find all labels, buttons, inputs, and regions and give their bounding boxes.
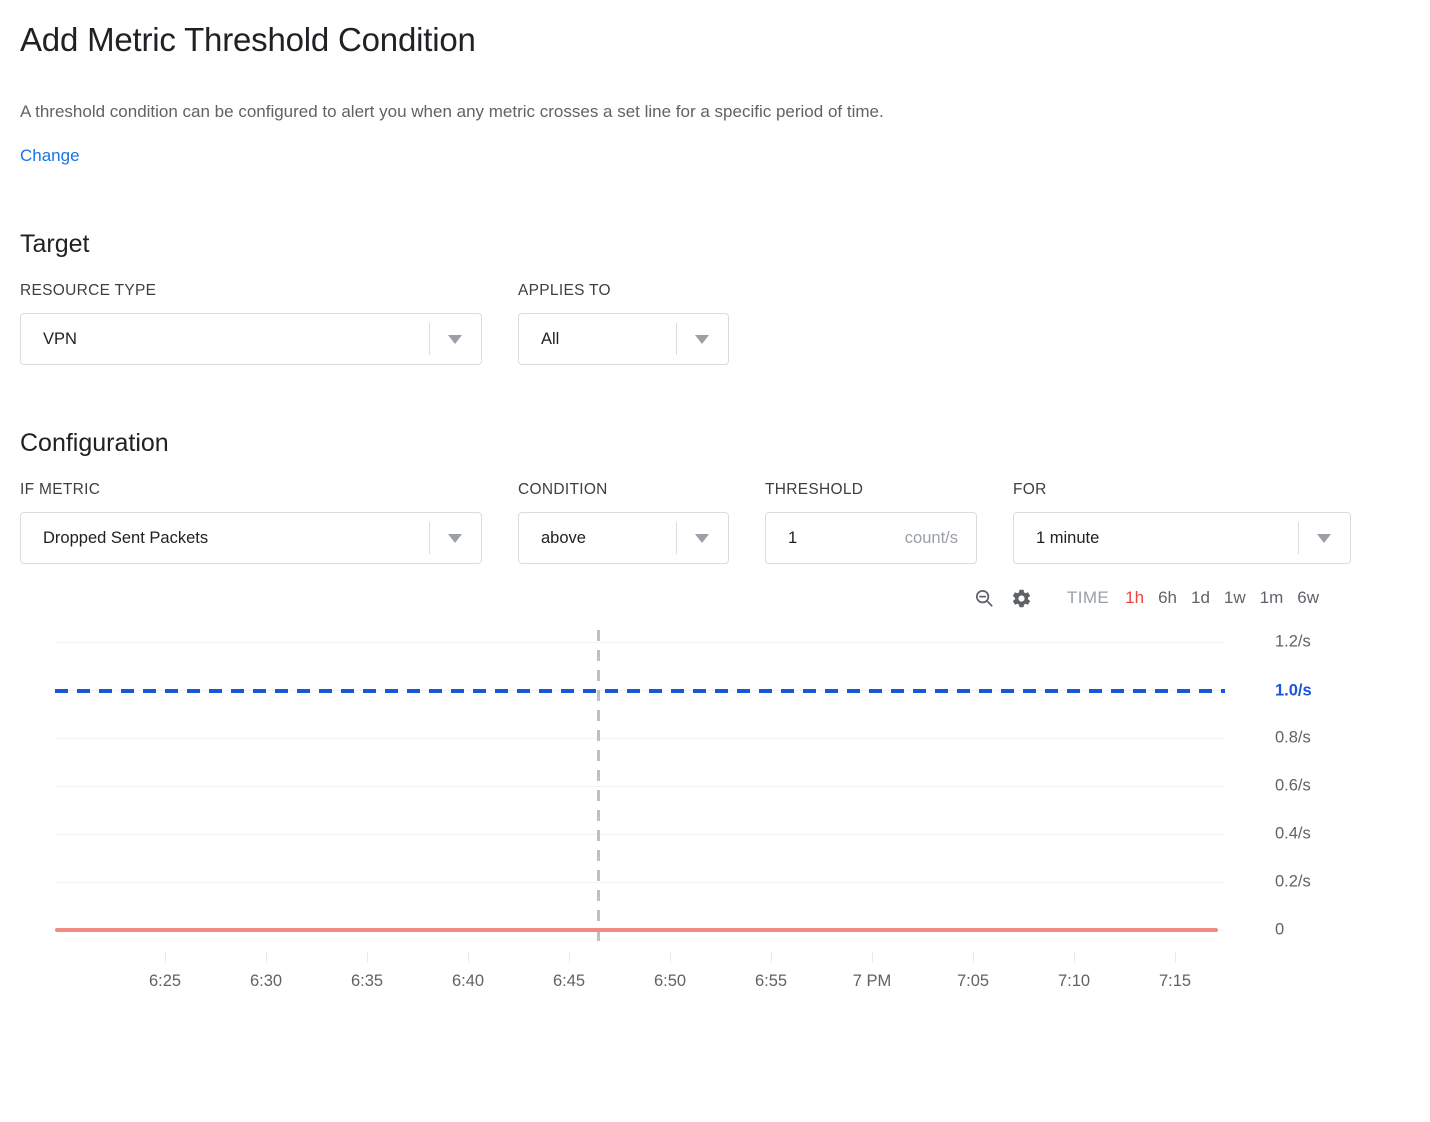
xtick-mark	[367, 952, 368, 963]
range-button-6w[interactable]: 6w	[1297, 588, 1319, 608]
threshold-input[interactable]	[788, 528, 897, 548]
series-line-dropped-sent-packets	[55, 928, 1218, 932]
applies-to-value: All	[541, 329, 560, 348]
ytick-label-0.6: 0.6/s	[1275, 776, 1311, 795]
xtick-label-2: 6:35	[350, 972, 384, 990]
resource-type-value: VPN	[43, 329, 77, 348]
chart-cursor-marker	[597, 630, 600, 942]
page-description: A threshold condition can be configured …	[20, 102, 884, 121]
xtick-label-1: 6:30	[249, 972, 283, 990]
chevron-down-icon	[1317, 533, 1331, 543]
gridline-0.2	[55, 882, 1225, 883]
range-button-1m[interactable]: 1m	[1260, 588, 1284, 608]
xtick-label-4: 6:45	[552, 972, 586, 990]
ytick-label-0.4: 0.4/s	[1275, 824, 1311, 843]
if-metric-value: Dropped Sent Packets	[43, 528, 209, 547]
threshold-label: THRESHOLD	[765, 481, 864, 498]
for-caret[interactable]	[1298, 513, 1350, 563]
xtick-label-3: 6:40	[451, 972, 485, 990]
xtick-label-6: 6:55	[754, 972, 788, 990]
chart-plot-area: 1.2/s 1.0/s 0.8/s 0.6/s 0.4/s 0.2/s 0	[20, 622, 1410, 952]
xtick-mark	[266, 952, 267, 963]
configuration-fields-row: IF METRIC Dropped Sent Packets CONDITION…	[20, 481, 1410, 564]
resource-type-select[interactable]: VPN	[20, 313, 482, 365]
if-metric-label: IF METRIC	[20, 481, 101, 498]
change-link[interactable]: Change	[20, 146, 80, 166]
threshold-input-wrapper[interactable]: count/s	[765, 512, 977, 564]
page-title: Add Metric Threshold Condition	[20, 21, 476, 58]
ytick-label-0: 0	[1275, 920, 1285, 939]
ytick-label-0.2: 0.2/s	[1275, 872, 1311, 891]
xtick-mark	[973, 952, 974, 963]
xtick-mark	[569, 952, 570, 963]
ytick-label-1.2: 1.2/s	[1275, 632, 1311, 651]
target-fields-row: RESOURCE TYPE VPN APPLIES TO All	[20, 282, 1410, 365]
time-label: TIME	[1066, 588, 1110, 607]
for-field: FOR 1 minute	[1013, 481, 1351, 564]
zoom-out-icon[interactable]	[965, 579, 1003, 617]
configuration-section-title: Configuration	[20, 429, 169, 457]
xtick-label-5: 6:50	[653, 972, 687, 990]
metric-chart: TIME 1h 6h 1d 1w 1m 6w 1.2/s 1.0/s 0.8/s…	[20, 578, 1410, 1012]
chart-toolbar: TIME 1h 6h 1d 1w 1m 6w	[20, 578, 1410, 618]
gridline-1.2	[55, 642, 1225, 643]
xtick-label-8: 7:05	[956, 972, 990, 990]
xtick-mark	[468, 952, 469, 963]
threshold-field: THRESHOLD count/s	[765, 481, 977, 564]
condition-caret[interactable]	[676, 513, 728, 563]
condition-label: CONDITION	[518, 481, 608, 498]
ytick-label-threshold: 1.0/s	[1275, 681, 1312, 700]
ytick-label-0.8: 0.8/s	[1275, 728, 1311, 747]
resource-type-field: RESOURCE TYPE VPN	[20, 282, 482, 365]
chevron-down-icon	[448, 533, 462, 543]
chevron-down-icon	[448, 334, 462, 344]
applies-to-field: APPLIES TO All	[518, 282, 729, 365]
xtick-label-0: 6:25	[148, 972, 182, 990]
gridline-0.6	[55, 786, 1225, 787]
condition-value: above	[541, 528, 586, 547]
xtick-mark	[1175, 952, 1176, 963]
range-button-1h[interactable]: 1h	[1125, 588, 1144, 608]
xtick-mark	[1074, 952, 1075, 963]
if-metric-select[interactable]: Dropped Sent Packets	[20, 512, 482, 564]
range-button-1w[interactable]: 1w	[1224, 588, 1246, 608]
if-metric-caret[interactable]	[429, 513, 481, 563]
for-select[interactable]: 1 minute	[1013, 512, 1351, 564]
applies-to-caret[interactable]	[676, 314, 728, 364]
condition-field: CONDITION above	[518, 481, 729, 564]
resource-type-label: RESOURCE TYPE	[20, 282, 157, 299]
gear-icon[interactable]	[1003, 579, 1041, 617]
for-value: 1 minute	[1036, 528, 1100, 547]
chevron-down-icon	[695, 533, 709, 543]
xtick-label-9: 7:10	[1057, 972, 1091, 990]
resource-type-caret[interactable]	[429, 314, 481, 364]
xtick-label-10: 7:15	[1158, 972, 1192, 990]
target-section-title: Target	[20, 230, 90, 258]
applies-to-select[interactable]: All	[518, 313, 729, 365]
condition-select[interactable]: above	[518, 512, 729, 564]
threshold-unit-suffix: count/s	[904, 528, 958, 547]
xtick-mark	[771, 952, 772, 963]
applies-to-label: APPLIES TO	[518, 282, 611, 299]
if-metric-field: IF METRIC Dropped Sent Packets	[20, 481, 482, 564]
xtick-mark	[872, 952, 873, 963]
xtick-mark	[670, 952, 671, 963]
range-button-6h[interactable]: 6h	[1158, 588, 1177, 608]
xtick-mark	[165, 952, 166, 963]
chevron-down-icon	[695, 334, 709, 344]
for-label: FOR	[1013, 481, 1047, 498]
gridline-0.8	[55, 738, 1225, 739]
threshold-line[interactable]	[55, 689, 1225, 693]
add-metric-threshold-condition-page: Add Metric Threshold Condition A thresho…	[0, 0, 1430, 1012]
range-button-1d[interactable]: 1d	[1191, 588, 1210, 608]
gridline-0.4	[55, 834, 1225, 835]
xtick-label-7: 7 PM	[852, 972, 892, 990]
chart-x-axis: 6:25 6:30 6:35 6:40 6:45 6:50 6:55 7 PM …	[20, 952, 1410, 1012]
